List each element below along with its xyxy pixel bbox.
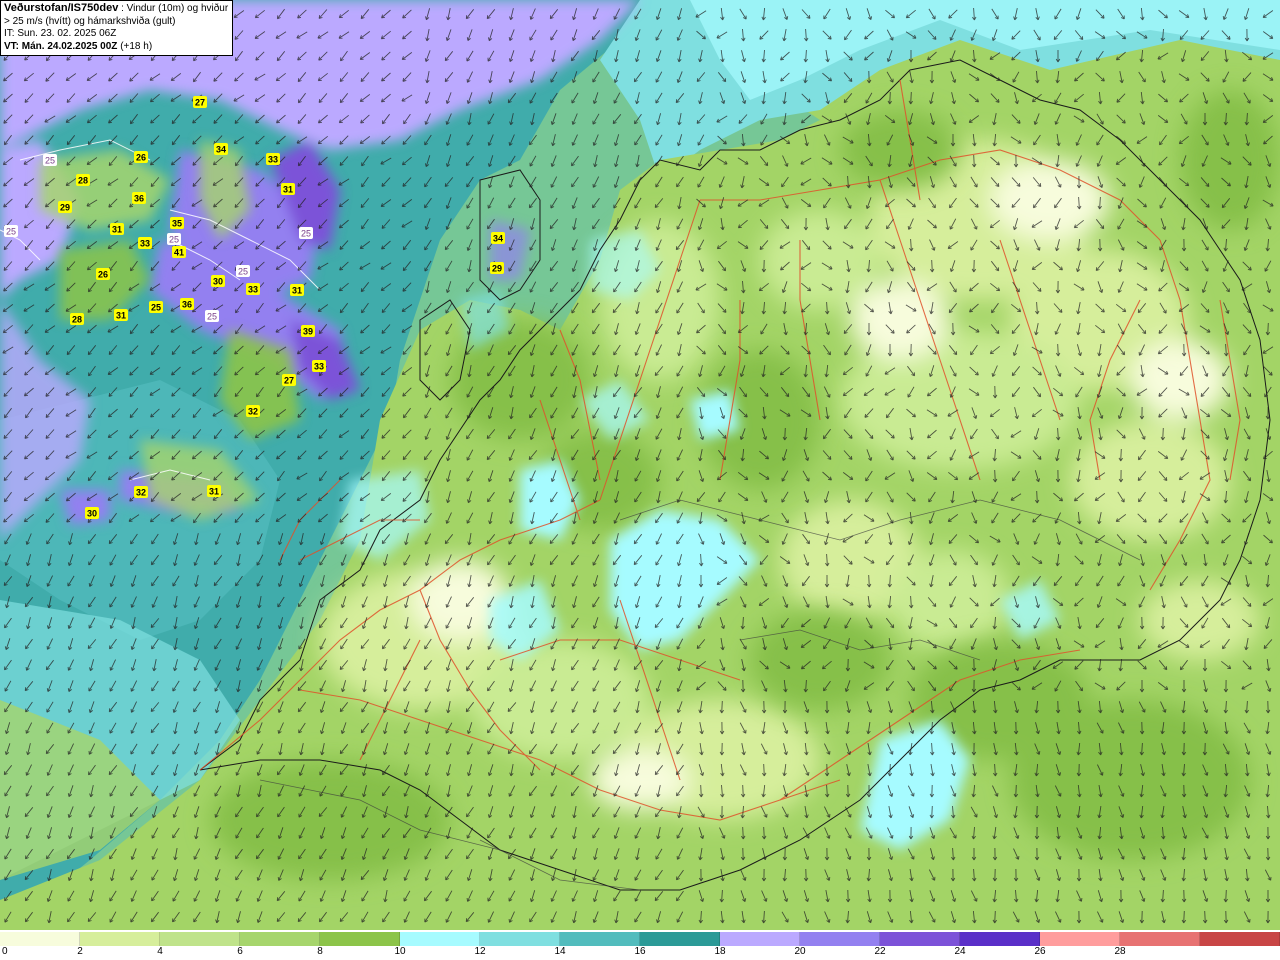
legend-tick-label: 22 (874, 946, 886, 957)
gust-value-white: 25 (207, 312, 217, 322)
legend-color-bar (0, 932, 1280, 946)
legend-swatch (0, 932, 80, 946)
legend-swatch (480, 932, 560, 946)
legend-swatch (1040, 932, 1120, 946)
legend-swatch (80, 932, 160, 946)
legend-tick-label: 6 (237, 946, 243, 957)
legend-tick-label: 16 (634, 946, 646, 957)
gust-value-yellow: 31 (116, 311, 126, 321)
legend-tick-label: 4 (157, 946, 163, 957)
legend-tick-label: 24 (954, 946, 966, 957)
gust-value-yellow: 30 (213, 277, 223, 287)
lead-time: (+18 h) (120, 40, 153, 52)
gust-value-yellow: 31 (292, 286, 302, 296)
legend-swatch (1120, 932, 1200, 946)
legend-swatch (1200, 932, 1280, 946)
legend-swatch (560, 932, 640, 946)
gust-value-yellow: 39 (303, 327, 313, 337)
color-legend: 0 2 4 6 8 10 12 14 16 18 20 22 24 26 28 (0, 930, 1280, 960)
legend-swatch (880, 932, 960, 946)
legend-tick-label: 2 (77, 946, 83, 957)
gust-value-white: 25 (169, 235, 179, 245)
gust-value-yellow: 34 (493, 234, 503, 244)
gust-value-yellow: 29 (492, 264, 502, 274)
map-info-panel: Veðurstofan/IS750dev : Vindur (10m) og h… (0, 0, 233, 56)
legend-tick-label: 14 (554, 946, 566, 957)
gust-value-yellow: 26 (98, 270, 108, 280)
legend-swatch (960, 932, 1040, 946)
legend-tick-label: 0 (2, 946, 8, 957)
legend-tick-label: 18 (714, 946, 726, 957)
gust-value-yellow: 33 (140, 239, 150, 249)
gust-value-yellow: 34 (216, 145, 226, 155)
gust-value-yellow: 30 (87, 509, 97, 519)
legend-swatch (320, 932, 400, 946)
gust-value-yellow: 31 (283, 185, 293, 195)
model-title: Veðurstofan/IS750dev (4, 2, 119, 14)
gust-value-yellow: 26 (136, 153, 146, 163)
legend-swatch (400, 932, 480, 946)
gust-value-yellow: 36 (182, 300, 192, 310)
gust-value-white: 25 (6, 227, 16, 237)
gust-value-white: 25 (45, 156, 55, 166)
gust-value-yellow: 41 (174, 248, 184, 258)
legend-swatch (720, 932, 800, 946)
legend-swatch (240, 932, 320, 946)
gust-value-yellow: 33 (314, 362, 324, 372)
gust-value-yellow: 29 (60, 203, 70, 213)
legend-tick-label: 28 (1114, 946, 1126, 957)
gust-value-yellow: 36 (134, 194, 144, 204)
gust-value-yellow: 35 (172, 219, 182, 229)
legend-tick-label: 26 (1034, 946, 1046, 957)
gust-value-yellow: 28 (72, 315, 82, 325)
legend-tick-label: 12 (474, 946, 486, 957)
gust-value-yellow: 32 (248, 407, 258, 417)
legend-swatch (160, 932, 240, 946)
gust-value-yellow: 28 (78, 176, 88, 186)
legend-tick-label: 8 (317, 946, 323, 957)
gust-value-yellow: 32 (136, 488, 146, 498)
legend-tick-label: 10 (394, 946, 406, 957)
legend-swatch (800, 932, 880, 946)
gust-value-yellow: 27 (284, 376, 294, 386)
gust-value-yellow: 31 (112, 225, 122, 235)
gust-value-yellow: 33 (268, 155, 278, 165)
legend-tick-label: 20 (794, 946, 806, 957)
gust-value-yellow: 33 (248, 285, 258, 295)
gust-value-white: 25 (238, 267, 248, 277)
gust-value-yellow: 31 (209, 487, 219, 497)
gust-value-white: 25 (301, 229, 311, 239)
gust-value-yellow: 27 (195, 98, 205, 108)
gust-value-yellow: 25 (151, 303, 161, 313)
wind-map: 27 34 33 26 31 28 36 29 31 33 35 41 26 30 33 31 28 31 25 36… (0, 0, 1280, 930)
issue-time: IT: Sun. 23. 02. 2025 06Z (4, 28, 117, 39)
legend-swatch (640, 932, 720, 946)
legend-ticks: 0 2 4 6 8 10 12 14 16 18 20 22 24 26 28 (0, 946, 1280, 960)
valid-time: VT: Mán. 24.02.2025 00Z (4, 40, 118, 52)
